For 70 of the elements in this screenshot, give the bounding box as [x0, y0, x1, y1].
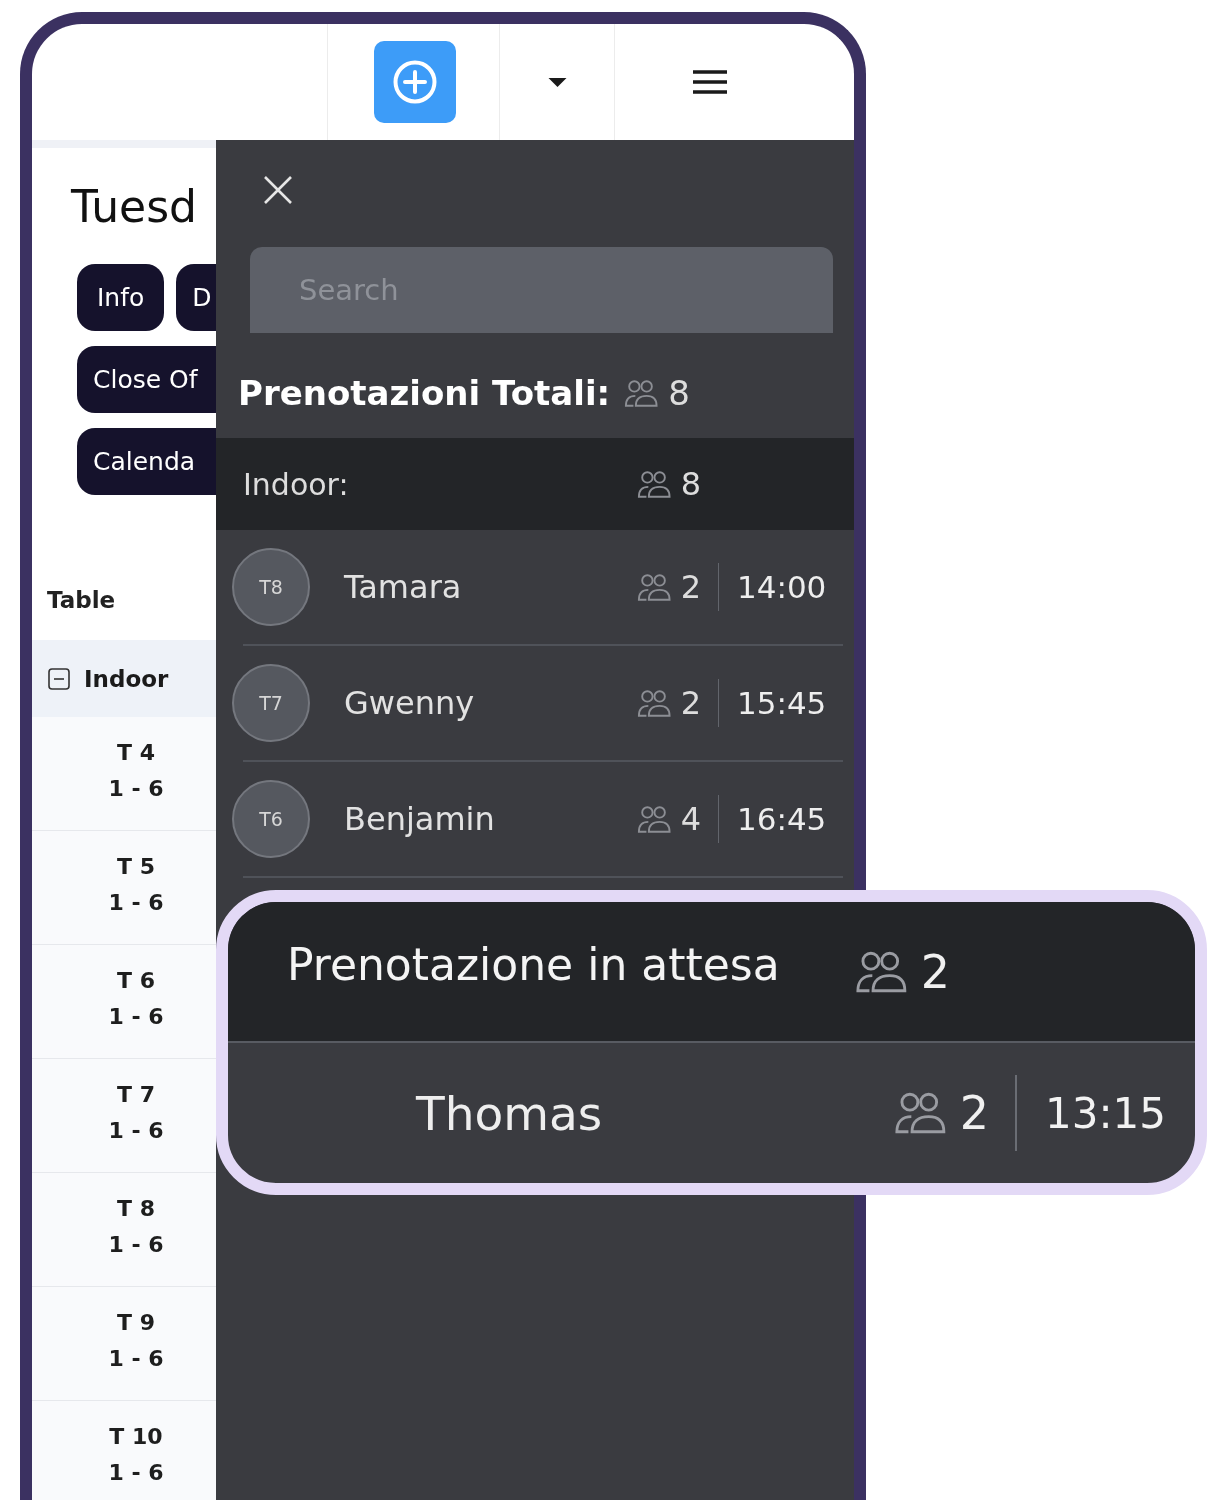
table-name: T 8	[117, 1195, 155, 1223]
table-capacity: 1 - 6	[108, 1117, 164, 1145]
people-icon	[636, 804, 671, 834]
table-number: T6	[232, 780, 310, 858]
table-row[interactable]: T 9 1 - 6	[32, 1287, 216, 1401]
table-capacity: 1 - 6	[108, 1231, 164, 1259]
guest-count: 2	[680, 568, 701, 606]
table-capacity: 1 - 6	[108, 889, 164, 917]
guest-name: Gwenny	[344, 684, 475, 722]
table-name: T 5	[117, 853, 155, 881]
guest-count: 2	[680, 684, 701, 722]
group-name: Indoor	[84, 665, 169, 692]
people-icon	[636, 688, 671, 718]
column-header: Table	[47, 587, 116, 613]
table-capacity: 1 - 6	[108, 1459, 164, 1487]
guest-name: Benjamin	[344, 800, 495, 838]
people-icon	[854, 949, 907, 994]
guest-count: 2	[959, 1086, 989, 1140]
guest-count: 8	[680, 465, 701, 503]
guest-count: 8	[668, 373, 690, 413]
table-row[interactable]: T 7 1 - 6	[32, 1059, 216, 1173]
menu-button[interactable]	[692, 70, 727, 94]
reservation-row[interactable]: Thomas 2 13:15	[228, 1043, 1195, 1183]
action-button[interactable]: Close Of	[77, 346, 216, 413]
plus-circle-icon	[392, 60, 437, 104]
table-name: T 9	[117, 1309, 155, 1337]
dropdown-button[interactable]	[547, 77, 567, 87]
total-label: Prenotazioni Totali:	[238, 373, 611, 413]
minus-square-icon[interactable]	[48, 667, 70, 690]
reservation-row[interactable]: T7 Gwenny 2 15:45	[216, 646, 854, 760]
close-icon	[264, 176, 292, 204]
reservation-time: 13:15	[1045, 1088, 1168, 1138]
table-capacity: 1 - 6	[108, 1003, 164, 1031]
guest-name: Tamara	[344, 568, 462, 606]
table-name: T 4	[117, 739, 155, 767]
table-name: T 10	[109, 1423, 163, 1451]
table-capacity: 1 - 6	[108, 1345, 164, 1373]
people-icon	[636, 469, 671, 499]
section-name: Indoor:	[243, 466, 349, 502]
table-row[interactable]: T 5 1 - 6	[32, 831, 216, 945]
caret-icon	[547, 77, 567, 87]
people-icon	[624, 378, 659, 408]
people-icon	[893, 1091, 946, 1135]
table-row[interactable]: T 10 1 - 6	[32, 1401, 216, 1500]
reservation-time: 15:45	[737, 685, 823, 721]
action-button[interactable]: Calenda	[77, 428, 216, 495]
table-capacity: 1 - 6	[108, 775, 164, 803]
action-button[interactable]: D	[176, 264, 216, 331]
guest-name: Thomas	[416, 1085, 603, 1141]
add-button[interactable]	[373, 41, 456, 123]
waiting-title: Prenotazione in attesa	[287, 939, 780, 990]
table-number: T7	[232, 664, 310, 742]
guest-count: 2	[920, 944, 950, 999]
close-button[interactable]	[264, 176, 292, 204]
table-name: T 6	[117, 967, 155, 995]
day-title: Tuesd	[71, 181, 197, 233]
reservation-time: 14:00	[737, 569, 823, 605]
table-name: T 7	[117, 1081, 155, 1109]
table-row[interactable]: T 4 1 - 6	[32, 717, 216, 831]
group-row[interactable]: Indoor	[32, 640, 216, 717]
action-button[interactable]: Info	[77, 264, 165, 331]
people-icon	[636, 572, 671, 602]
table-row[interactable]: T 6 1 - 6	[32, 945, 216, 1059]
guest-count: 4	[680, 800, 701, 838]
table-number: T8	[232, 548, 310, 626]
reservation-time: 16:45	[737, 801, 823, 837]
menu-icon	[692, 70, 727, 94]
reservation-row[interactable]: T8 Tamara 2 14:00	[216, 530, 854, 644]
reservation-row[interactable]: T6 Benjamin 4 16:45	[216, 762, 854, 876]
table-row[interactable]: T 8 1 - 6	[32, 1173, 216, 1287]
